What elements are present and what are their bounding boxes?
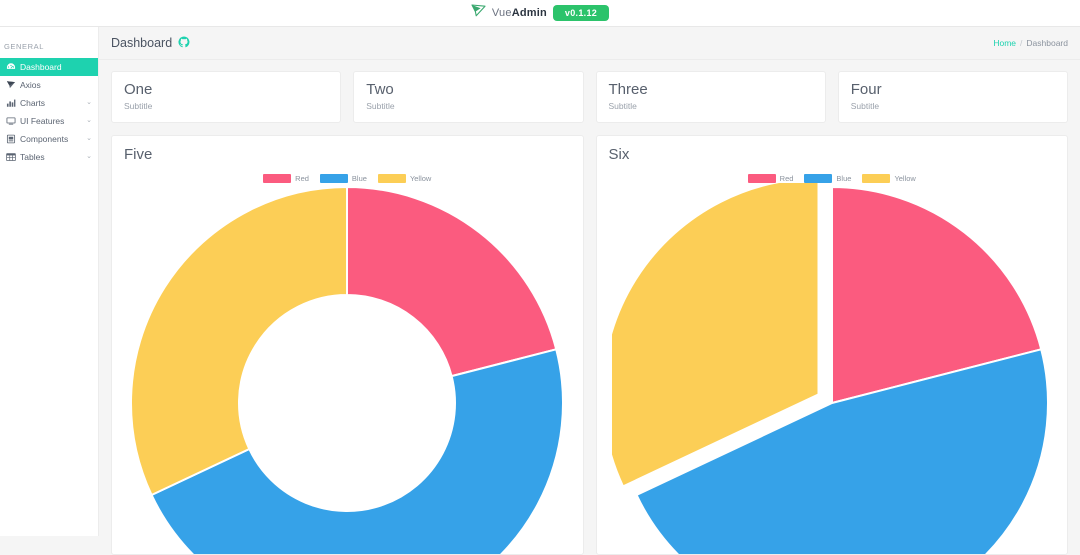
brand-bold: Admin [511,7,547,19]
brand-name: VueAdmin [492,7,547,19]
chart-card-five: Five Red Blue Yellow [111,135,584,555]
breadcrumb-current: Dashboard [1026,38,1068,48]
chevron-down-icon: ⌄ [86,152,92,160]
stat-card-subtitle: Subtitle [124,100,153,111]
legend-label: Red [779,173,794,183]
stat-card-title: One [124,81,153,98]
legend-swatch-blue [319,173,348,183]
sidebar-item-label: Tables [20,152,45,162]
sidebar-item-label: Axios [20,80,41,90]
page-header: Dashboard Home / Dashboard [99,27,1080,60]
legend-label: Red [295,173,309,183]
top-bar: VueAdmin v0.1.12 [0,0,1080,27]
window-icon [5,134,16,145]
legend-item-red[interactable]: Red [263,173,309,183]
sidebar-heading: GENERAL [4,42,45,51]
chevron-down-icon: ⌄ [86,116,92,124]
legend-label: Yellow [409,173,432,183]
pie-chart[interactable] [597,183,1068,554]
chart-legend: Red Blue Yellow [609,173,1056,183]
sidebar-item-label: Charts [20,98,46,108]
table-icon [5,152,16,163]
version-badge[interactable]: v0.1.12 [552,4,610,22]
stat-card-title: Two [366,81,394,98]
legend-item-yellow[interactable]: Yellow [862,173,916,183]
legend-item-blue[interactable]: Blue [319,173,367,183]
breadcrumb: Home / Dashboard [993,38,1068,48]
chevron-down-icon: ⌄ [86,98,92,106]
paper-plane-icon [5,80,16,91]
chart-legend: Red Blue Yellow [124,173,571,183]
legend-swatch-red [747,173,776,183]
pie-slice-yellow[interactable] [130,185,349,497]
doughnut-chart[interactable] [112,183,583,554]
stat-card[interactable]: Four Subtitle [837,71,1068,123]
legend-item-red[interactable]: Red [747,173,794,183]
dashboard-icon [5,62,16,73]
legend-item-blue[interactable]: Blue [804,173,852,183]
legend-swatch-red [263,173,292,183]
sidebar-item-tables[interactable]: Tables ⌄ [0,148,98,166]
sidebar-item-label: Dashboard [20,62,62,72]
desktop-icon [5,116,16,127]
brand-prefix: Vue [491,7,512,19]
stat-card[interactable]: One Subtitle [111,71,342,123]
brand[interactable]: VueAdmin v0.1.12 [471,4,610,22]
sidebar-item-label: Components [20,134,69,144]
page-title: Dashboard [111,35,190,51]
bar-chart-icon [5,98,16,109]
sidebar-item-charts[interactable]: Charts ⌄ [0,94,98,112]
sidebar-item-components[interactable]: Components ⌄ [0,130,98,148]
sidebar-item-ui-features[interactable]: UI Features ⌄ [0,112,98,130]
stat-card[interactable]: Two Subtitle [353,71,584,123]
legend-label: Blue [836,173,852,183]
breadcrumb-separator: / [1020,38,1023,48]
paper-plane-icon [471,4,486,22]
sidebar-item-dashboard[interactable]: Dashboard [0,58,98,76]
github-icon[interactable] [178,35,190,51]
doughnut-chart-svg [130,185,565,554]
stat-card-subtitle: Subtitle [850,100,880,111]
sidebar-item-axios[interactable]: Axios [0,76,98,94]
chevron-down-icon: ⌄ [86,134,92,142]
legend-swatch-blue [804,173,833,183]
stat-card-title: Three [608,81,648,98]
legend-swatch-yellow [377,173,406,183]
sidebar-item-label: UI Features [20,116,65,126]
chart-card-title: Six [608,146,630,163]
chart-cards-row: Five Red Blue Yellow Six Red Blue Yellow [99,123,1080,555]
pie-slice-red[interactable] [346,185,558,378]
page-title-text: Dashboard [111,36,173,50]
stat-card-subtitle: Subtitle [608,100,637,111]
main-content: Dashboard Home / Dashboard One Subtitle … [99,27,1080,555]
pie-chart-svg [611,183,1049,554]
sidebar: GENERAL Dashboard Axios Charts ⌄ UI Feat… [0,27,99,536]
breadcrumb-home[interactable]: Home [993,38,1016,48]
stat-card-subtitle: Subtitle [366,100,395,111]
legend-item-yellow[interactable]: Yellow [377,173,432,183]
legend-label: Blue [351,173,367,183]
chart-card-title: Five [124,146,153,163]
chart-card-six: Six Red Blue Yellow [595,135,1068,555]
legend-label: Yellow [894,173,916,183]
stat-cards-row: One Subtitle Two Subtitle Three Subtitle… [99,60,1080,123]
legend-swatch-yellow [862,173,891,183]
stat-card-title: Four [850,81,882,98]
stat-card[interactable]: Three Subtitle [595,71,826,123]
